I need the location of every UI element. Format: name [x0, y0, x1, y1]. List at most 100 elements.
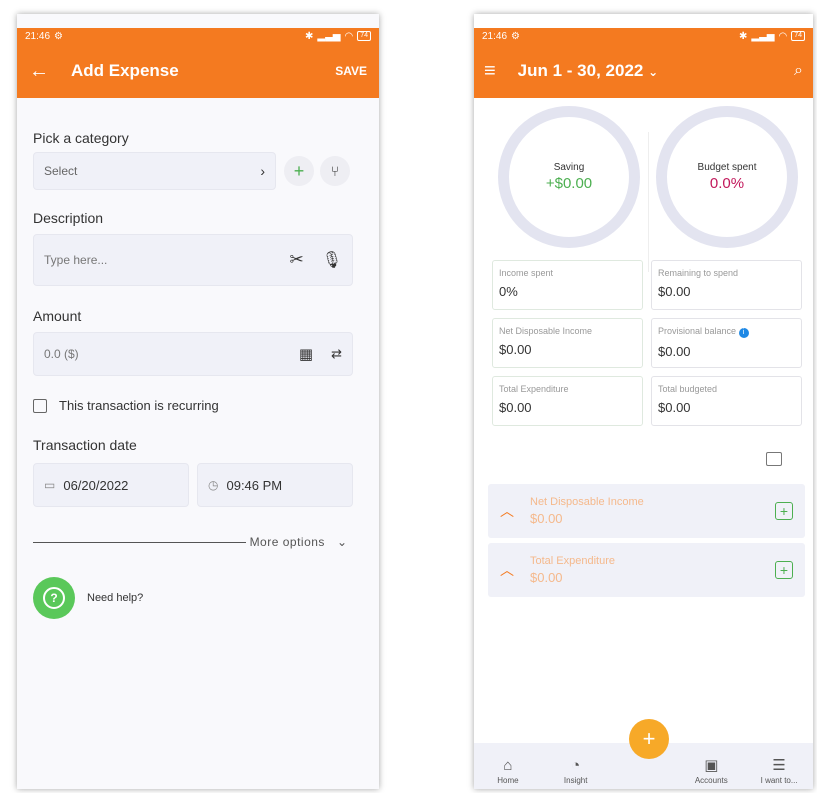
chevron-right-icon: ›	[260, 163, 265, 179]
add-icon[interactable]: +	[775, 502, 793, 520]
description-placeholder: Type here...	[44, 253, 108, 267]
info-icon[interactable]: i	[738, 328, 749, 338]
help-icon[interactable]: ?	[33, 577, 75, 619]
amount-label: Amount	[33, 308, 82, 324]
total-expenditure-section[interactable]: ︿ Total Expenditure $0.00 +	[488, 543, 805, 597]
date-range-label: Jun 1 - 30, 2022	[517, 61, 644, 80]
nav-home[interactable]: ⌂ Home	[478, 757, 538, 785]
chevron-up-icon[interactable]: ︿	[500, 501, 514, 521]
pie-chart-icon: ◔	[571, 757, 581, 774]
saving-title: Saving	[553, 162, 585, 173]
signal-icon: ▂▃▅	[751, 30, 775, 42]
clock-icon: ◷	[208, 478, 219, 492]
description-label: Description	[33, 210, 104, 226]
back-arrow-icon[interactable]: ←	[29, 60, 49, 83]
card-value: $0.00	[499, 400, 532, 415]
app-bar: ≡ Jun 1 - 30, 2022 ⌄ ⌕	[474, 44, 813, 98]
settings-icon: ⚙	[511, 30, 520, 42]
wallet-icon: ▣	[704, 757, 719, 774]
saving-value: +$0.00	[545, 175, 593, 192]
recurring-row[interactable]: This transaction is recurring	[33, 398, 365, 413]
bluetooth-icon: ✱	[739, 30, 748, 42]
card-title: Income spent	[499, 268, 554, 278]
recurring-label: This transaction is recurring	[59, 398, 219, 413]
status-time: 21:46	[482, 30, 508, 42]
help-row[interactable]: ? Need help?	[33, 577, 365, 619]
bluetooth-icon: ✱	[305, 30, 314, 42]
signal-icon: ▂▃▅	[317, 30, 341, 42]
layout-toggle-icon[interactable]	[766, 452, 782, 466]
card-title: Provisional balance	[658, 326, 737, 336]
amount-input[interactable]: 0.0 ($) ▦ ⇄	[33, 332, 353, 376]
divider	[33, 541, 246, 543]
category-select[interactable]: Select ›	[33, 152, 276, 190]
save-button[interactable]: SAVE	[335, 64, 367, 78]
income-spent-card[interactable]: Income spent 0%	[492, 260, 643, 310]
currency-toggle-icon[interactable]: ⇄	[331, 346, 342, 362]
card-title: Net Disposable Income	[499, 326, 593, 336]
divider	[648, 132, 649, 272]
chevron-down-icon: ⌄	[336, 535, 347, 549]
amount-placeholder: 0.0 ($)	[44, 347, 79, 361]
more-options-label: More options	[249, 535, 325, 549]
card-value: $0.00	[658, 344, 691, 359]
chevron-up-icon[interactable]: ︿	[500, 560, 514, 580]
net-disposable-income-section[interactable]: ︿ Net Disposable Income $0.00 +	[488, 484, 805, 538]
budget-spent-value: 0.0%	[709, 175, 745, 192]
help-label: Need help?	[87, 592, 144, 604]
category-select-value: Select	[44, 164, 78, 178]
expense-form: Pick a category Select › + ⑂ Description…	[33, 122, 365, 619]
total-budgeted-card[interactable]: Total budgeted $0.00	[651, 376, 802, 426]
card-title: Total budgeted	[658, 384, 718, 394]
transaction-date-label: Transaction date	[33, 437, 137, 453]
nav-i-want-to[interactable]: ☰ I want to...	[749, 756, 809, 785]
nav-insight[interactable]: ◔ Insight	[546, 757, 606, 785]
add-transaction-button[interactable]: +	[629, 719, 669, 759]
search-icon[interactable]: ⌕	[794, 62, 803, 80]
date-value: 06/20/2022	[63, 477, 129, 493]
calculator-icon[interactable]: ▦	[299, 345, 313, 363]
time-field[interactable]: ◷ 09:46 PM	[197, 463, 353, 507]
saving-ring: Saving +$0.00	[498, 106, 640, 248]
nav-accounts[interactable]: ▣ Accounts	[681, 756, 741, 785]
total-expenditure-card[interactable]: Total Expenditure $0.00	[492, 376, 643, 426]
budget-spent-title: Budget spent	[697, 162, 757, 173]
date-range-selector[interactable]: Jun 1 - 30, 2022 ⌄	[518, 61, 794, 81]
wifi-icon: ◠	[344, 30, 354, 42]
card-title: Total Expenditure	[499, 384, 569, 394]
page-title: Add Expense	[71, 61, 179, 80]
scissors-icon[interactable]: ✂	[289, 250, 303, 270]
nav-label: Insight	[563, 776, 588, 785]
more-options[interactable]: More options ⌄	[33, 535, 365, 549]
split-icon[interactable]: ⑂	[320, 156, 350, 186]
card-value: 0%	[499, 284, 518, 299]
card-value: $0.00	[658, 284, 691, 299]
category-label: Pick a category	[33, 130, 129, 146]
nav-label: Accounts	[694, 776, 728, 785]
calendar-icon: ▭	[44, 478, 56, 492]
status-bar: 21:46 ⚙ ✱ ▂▃▅ ◠ 74	[17, 28, 379, 44]
settings-icon: ⚙	[54, 30, 63, 42]
microphone-icon[interactable]: 🎙	[322, 250, 342, 270]
add-icon[interactable]: +	[775, 561, 793, 579]
section-value: $0.00	[530, 570, 563, 585]
nav-label: I want to...	[760, 776, 798, 785]
remaining-to-spend-card[interactable]: Remaining to spend $0.00	[651, 260, 802, 310]
nav-label: Home	[497, 776, 519, 785]
section-value: $0.00	[530, 511, 563, 526]
card-value: $0.00	[499, 342, 532, 357]
budget-spent-ring: Budget spent 0.0%	[656, 106, 798, 248]
date-field[interactable]: ▭ 06/20/2022	[33, 463, 189, 507]
battery-icon: 74	[791, 31, 805, 41]
provisional-balance-card[interactable]: Provisional balance i $0.00	[651, 318, 802, 368]
section-title: Net Disposable Income	[530, 496, 644, 508]
battery-icon: 74	[357, 31, 371, 41]
add-expense-screen: 21:46 ⚙ ✱ ▂▃▅ ◠ 74 ← Add Expense SAVE Pic…	[17, 14, 379, 789]
description-input[interactable]: Type here... ✂ 🎙	[33, 234, 353, 286]
section-title: Total Expenditure	[530, 555, 615, 567]
menu-icon[interactable]: ≡	[484, 60, 496, 83]
add-category-button[interactable]: +	[284, 156, 314, 186]
recurring-checkbox[interactable]	[33, 398, 47, 413]
card-value: $0.00	[658, 400, 691, 415]
net-disposable-income-card[interactable]: Net Disposable Income $0.00	[492, 318, 643, 368]
